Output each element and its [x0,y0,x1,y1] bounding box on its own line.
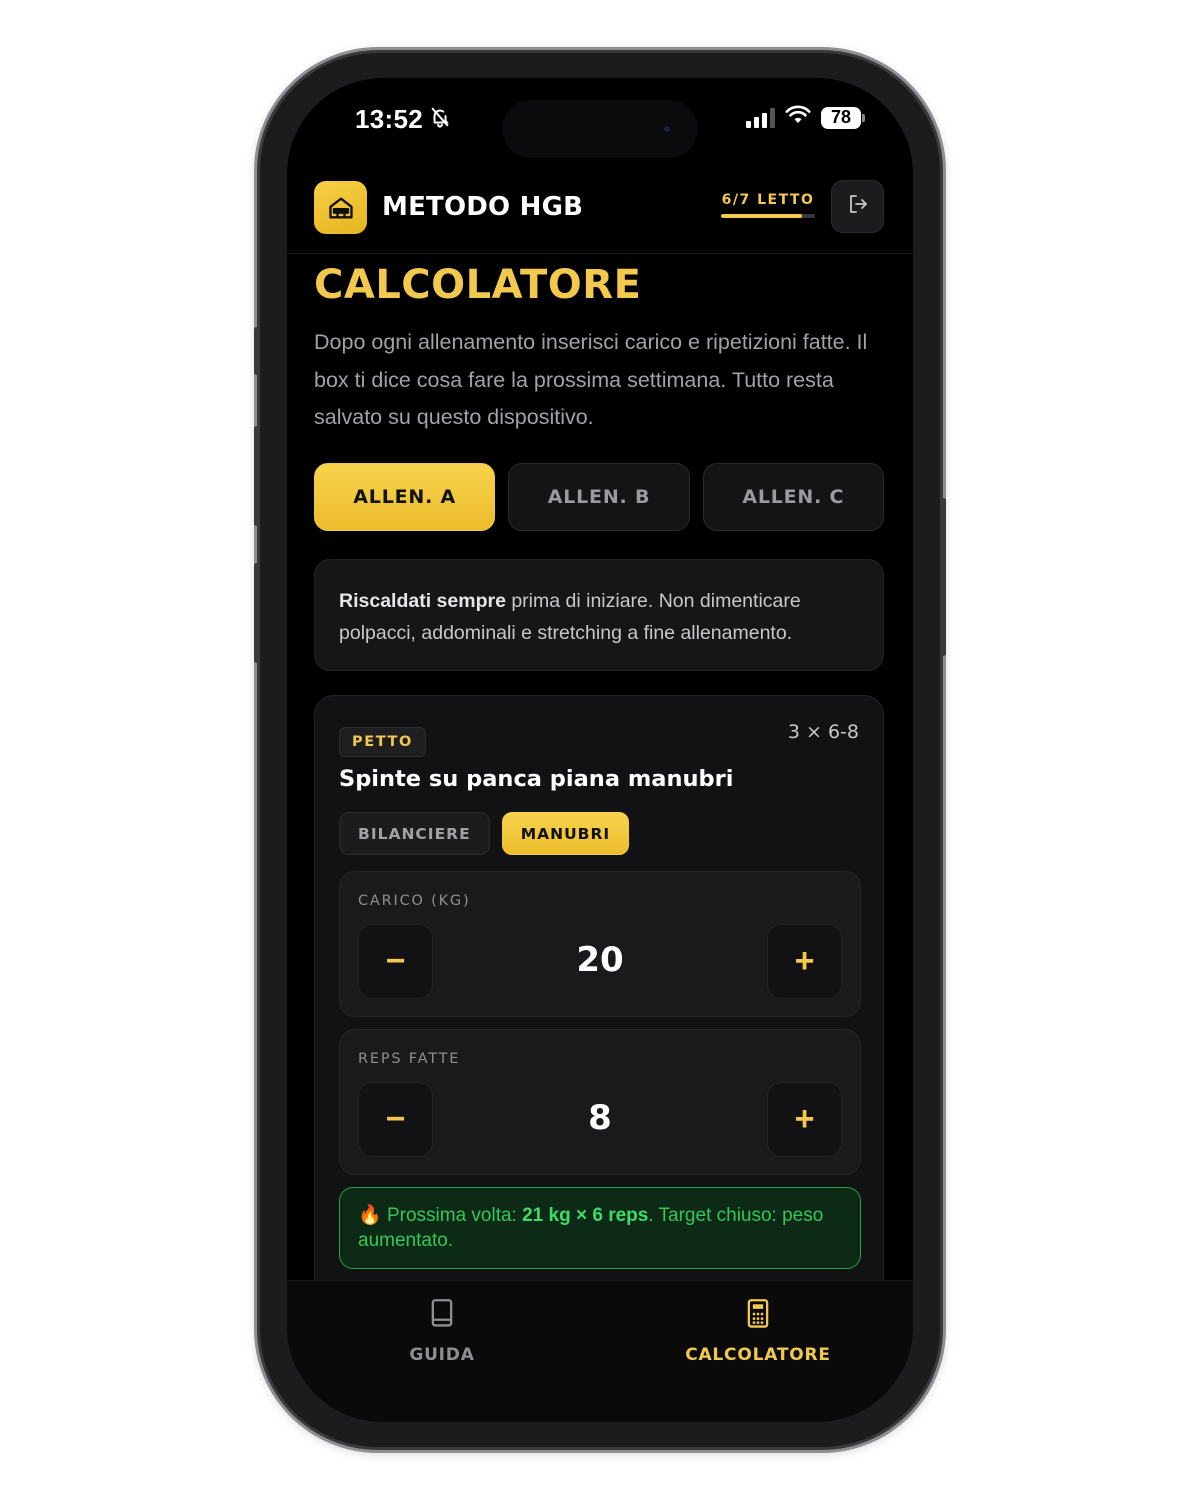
volume-down-button [254,563,259,663]
load-label: CARICO (KG) [358,893,471,909]
front-camera-icon [664,126,670,132]
equipment-dumbbell-button[interactable]: MANUBRI [501,812,630,855]
equipment-barbell-button[interactable]: BILANCIERE [339,812,490,855]
progress-fill [721,214,802,218]
reps-stepper: REPS FATTE − 8 + [339,1029,861,1175]
dynamic-island [502,100,698,158]
page-title: CALCOLATORE [314,262,642,308]
logo-home-icon[interactable] [314,181,367,234]
tab-workout-a[interactable]: ALLEN. A [314,463,496,531]
phone-screen: 13:52 78 METODO HGB 6/7 LETTO CALCOLATOR… [287,78,913,1422]
equipment-toggle: BILANCIERE MANUBRI [339,812,630,855]
progress-track [721,214,815,218]
power-button [941,498,946,656]
tab-workout-c[interactable]: ALLEN. C [702,463,884,531]
exercise-name: Spinte su panca piana manubri [339,766,734,792]
bottom-nav: GUIDA CALCOLATORE [287,1280,913,1422]
fire-icon: 🔥 [358,1205,382,1226]
suggestion-target: 21 kg × 6 reps [522,1205,649,1226]
logout-icon [846,192,870,221]
reading-progress: 6/7 LETTO [721,192,815,218]
suggestion-prefix: Prossima volta: [386,1205,523,1226]
brand-title: METODO HGB [382,192,584,222]
calculator-icon [744,1298,772,1335]
next-session-suggestion: 🔥 Prossima volta: 21 kg × 6 reps. Target… [339,1187,861,1269]
notice-strong: Riscaldati sempre [339,590,506,612]
action-button [254,327,259,375]
nav-calcolatore-label: CALCOLATORE [685,1345,831,1365]
nav-guida[interactable]: GUIDA [342,1298,542,1365]
nav-calcolatore[interactable]: CALCOLATORE [658,1298,858,1365]
reps-label: REPS FATTE [358,1051,461,1067]
status-time: 13:52 [355,104,451,135]
app-header: METODO HGB 6/7 LETTO [287,178,913,254]
wifi-icon [785,105,811,130]
status-indicators: 78 [746,105,865,130]
nav-guida-label: GUIDA [409,1345,475,1365]
load-increment-button[interactable]: + [767,924,842,999]
muscle-group-badge: PETTO [339,727,426,757]
book-icon [428,1298,456,1335]
volume-up-button [254,426,259,526]
reps-increment-button[interactable]: + [767,1082,842,1157]
bell-muted-icon [429,104,451,135]
warmup-notice: Riscaldati sempre prima di iniziare. Non… [314,559,884,671]
sets-reps-scheme: 3 × 6-8 [787,721,859,743]
tab-workout-b[interactable]: ALLEN. B [508,463,690,531]
progress-label: 6/7 LETTO [721,192,815,208]
logout-button[interactable] [831,180,884,233]
workout-tabs: ALLEN. A ALLEN. B ALLEN. C [314,463,884,531]
battery-indicator: 78 [821,106,865,129]
page-description: Dopo ogni allenamento inserisci carico e… [314,330,868,429]
cellular-signal-icon [746,107,775,128]
load-stepper: CARICO (KG) − 20 + [339,871,861,1017]
